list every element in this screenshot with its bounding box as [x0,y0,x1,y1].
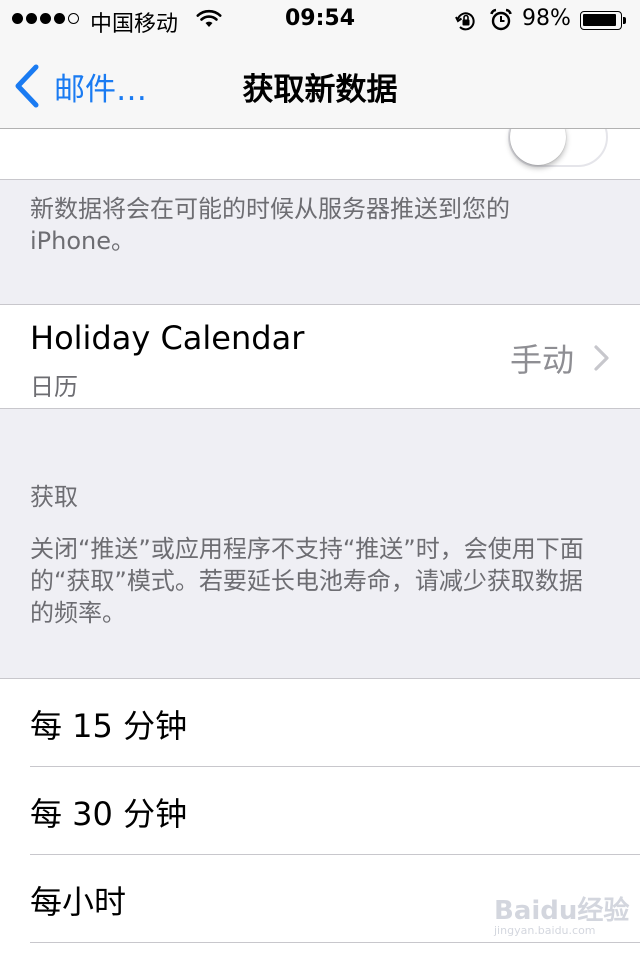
status-bar: 中国移动 09:54 98% [0,0,640,40]
disclosure-chevron-icon [594,345,609,371]
watermark-brand: Baidu经验 [494,896,630,926]
alarm-icon [489,8,513,38]
navigation-bar: 邮件… 获取新数据 [0,40,640,129]
fetch-option-label: 每小时 [30,883,127,921]
battery-icon [580,11,626,30]
account-row-holiday-calendar[interactable]: Holiday Calendar 日历 手动 [0,304,640,409]
fetch-section-header: 获取 [30,483,78,511]
push-footer-text: 新数据将会在可能的时候从服务器推送到您的 iPhone。 [30,195,510,255]
account-subtitle: 日历 [30,373,78,401]
account-title: Holiday Calendar [30,319,305,357]
push-toggle[interactable] [508,129,608,167]
fetch-option-label: 每 30 分钟 [30,795,188,833]
fetch-option-label: 每 15 分钟 [30,707,188,745]
toggle-knob [510,129,566,165]
push-cell: 推送 [0,129,640,180]
watermark-url: jingyan.baidu.com [494,924,596,937]
fetch-option-15-minutes[interactable]: 每 15 分钟 [0,679,640,767]
page-title: 获取新数据 [242,72,398,108]
fetch-footer-text: 关闭“推送”或应用程序不支持“推送”时，会使用下面的“获取”模式。若要延长电池寿… [30,535,584,627]
rotation-lock-icon [454,9,478,39]
fetch-option-30-minutes[interactable]: 每 30 分钟 [0,767,640,855]
settings-content[interactable]: 推送 新数据将会在可能的时候从服务器推送到您的 iPhone。 Holiday … [0,129,640,960]
account-fetch-mode: 手动 [509,341,574,379]
baidu-jingyan-watermark: Baidu经验 jingyan.baidu.com [480,886,630,948]
battery-percent: 98% [522,6,571,31]
